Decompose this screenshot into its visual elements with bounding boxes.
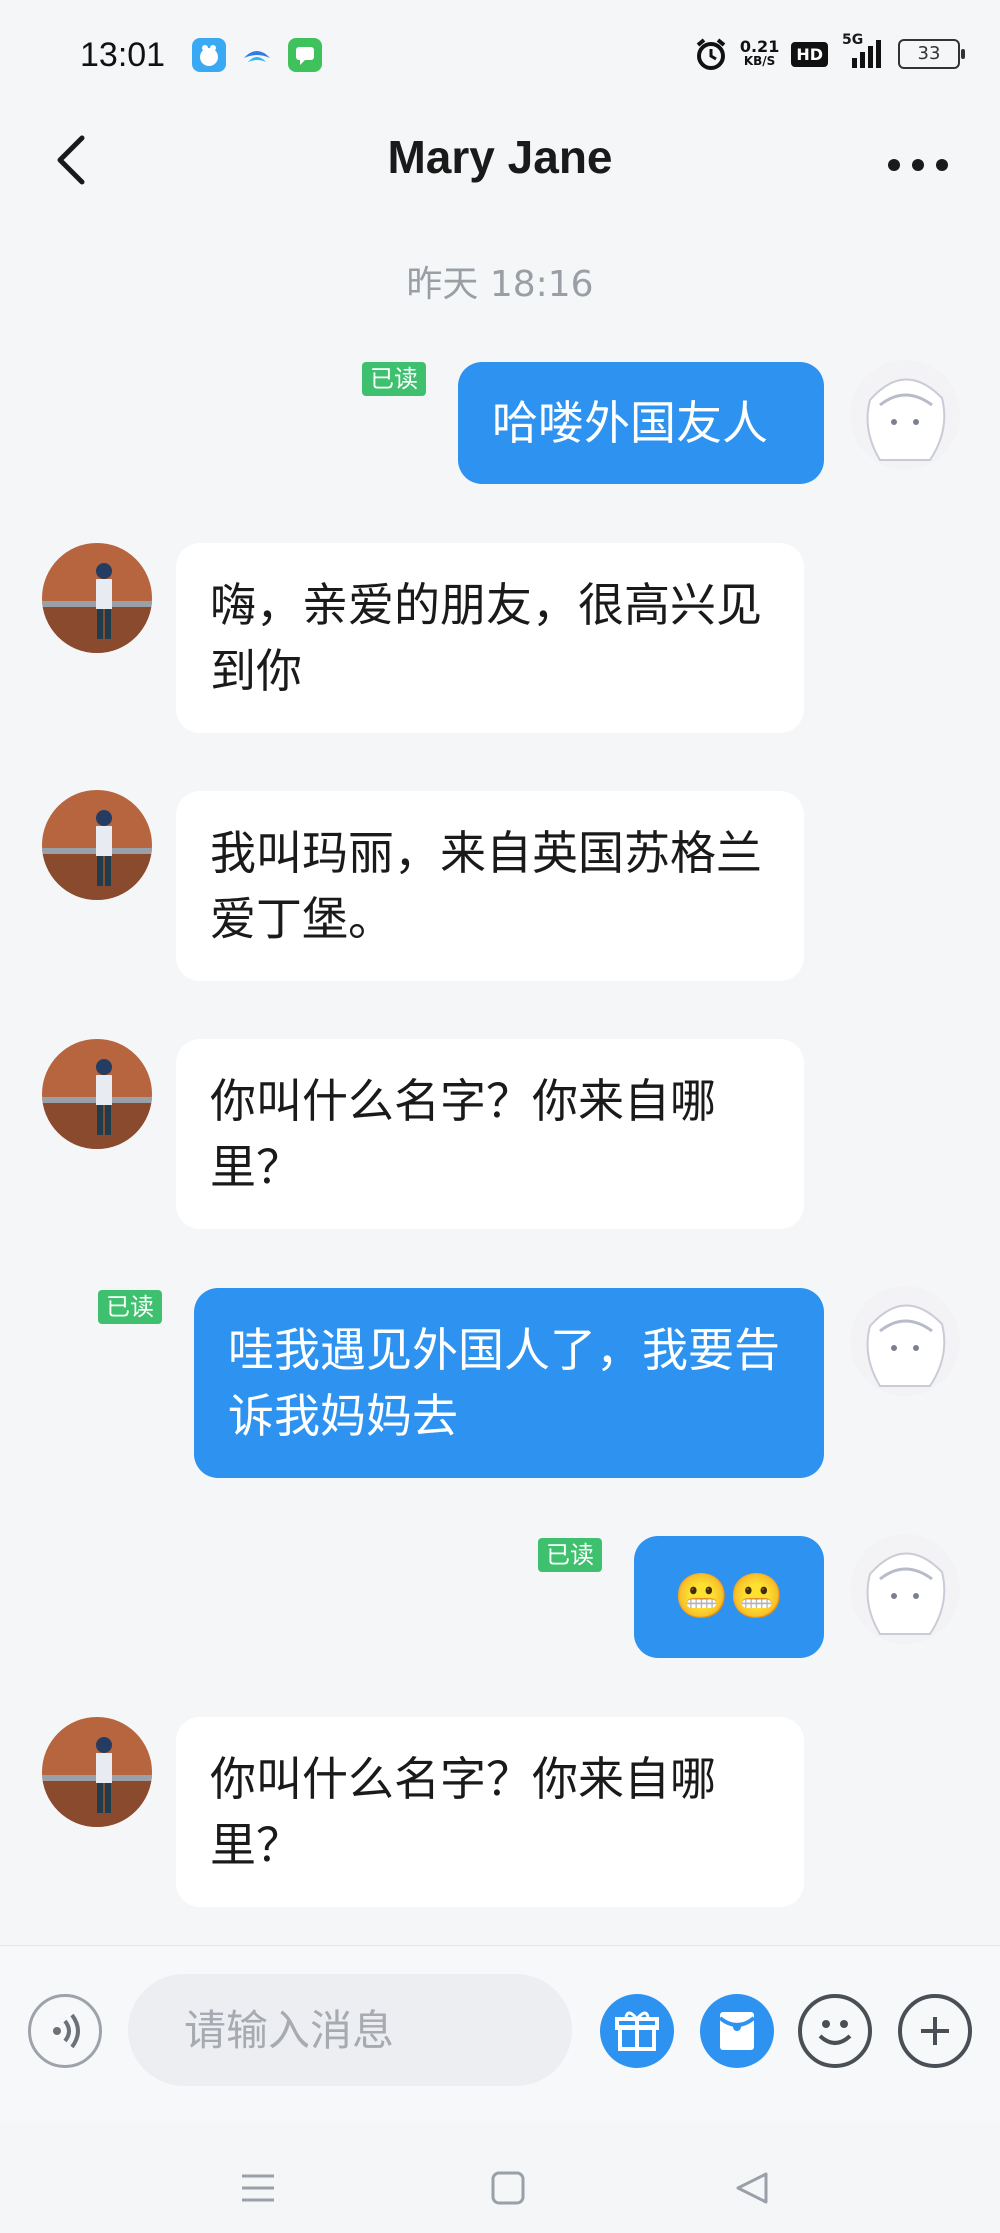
contact-avatar[interactable]: [42, 1717, 152, 1827]
system-navigation-bar: [0, 2120, 1000, 2233]
cloud-app-icon: [240, 38, 274, 72]
incoming-message[interactable]: 你叫什么名字？你来自哪里？: [176, 1717, 804, 1907]
battery-indicator: 33: [898, 39, 965, 69]
chat-header: Mary Jane: [0, 110, 1000, 260]
contact-avatar[interactable]: [42, 543, 152, 653]
my-avatar[interactable]: [850, 1534, 960, 1644]
back-triangle-icon: [736, 2172, 768, 2204]
emoji-button[interactable]: [798, 1994, 872, 2068]
status-bar: 13:01 0.21 KB/S HD 5G 33: [0, 0, 1000, 110]
network-speed-unit: KB/S: [743, 54, 776, 68]
gift-icon: [615, 2011, 659, 2051]
message-text: 我叫玛丽，来自英国苏格兰爱丁堡。: [210, 826, 762, 946]
message-timestamp: 昨天 18:16: [406, 264, 594, 305]
message-input[interactable]: [128, 1974, 572, 2086]
voice-button[interactable]: [28, 1994, 102, 2068]
message-app-icon: [288, 38, 322, 72]
more-actions-button[interactable]: [898, 1994, 972, 2068]
home-nav-button[interactable]: [490, 2170, 526, 2210]
emoji-icon: [818, 2020, 852, 2045]
network-speed-value: 0.21: [739, 37, 780, 56]
outgoing-message[interactable]: 哇我遇见外国人了，我要告诉我妈妈去: [194, 1288, 824, 1478]
plus-icon: [921, 2017, 949, 2045]
more-dots-icon: [888, 159, 948, 171]
read-badge: 已读: [362, 362, 426, 396]
message-text: 嗨，亲爱的朋友，很高兴见到你: [210, 578, 762, 698]
message-text: 你叫什么名字？你来自哪里？: [210, 1074, 716, 1194]
incoming-message[interactable]: 我叫玛丽，来自英国苏格兰爱丁堡。: [176, 791, 804, 981]
red-packet-icon: [718, 2012, 756, 2050]
voice-icon: [53, 2013, 80, 2049]
menu-nav-button[interactable]: [240, 2170, 276, 2210]
network-speed: 0.21 KB/S: [740, 39, 779, 69]
incoming-message[interactable]: 你叫什么名字？你来自哪里？: [176, 1039, 804, 1229]
contact-avatar[interactable]: [42, 1039, 152, 1149]
contact-avatar[interactable]: [42, 790, 152, 900]
my-avatar[interactable]: [850, 1286, 960, 1396]
menu-icon: [242, 2174, 274, 2202]
back-nav-button[interactable]: [734, 2170, 770, 2210]
red-packet-button[interactable]: [700, 1994, 774, 2068]
outgoing-message[interactable]: 哈喽外国友人: [458, 362, 824, 484]
home-square-icon: [491, 2171, 525, 2205]
hd-badge: HD: [791, 41, 828, 67]
my-avatar[interactable]: [850, 360, 960, 470]
app-notification-icon: [192, 38, 226, 72]
read-badge: 已读: [98, 1290, 162, 1324]
outgoing-message[interactable]: 😬😬: [634, 1536, 824, 1658]
status-time: 13:01: [80, 36, 166, 74]
incoming-message[interactable]: 嗨，亲爱的朋友，很高兴见到你: [176, 543, 804, 733]
message-text: 哈喽外国友人: [492, 396, 768, 450]
alarm-icon: [696, 38, 726, 70]
signal-icon: 5G: [840, 32, 886, 70]
message-text: 😬😬: [674, 1571, 784, 1622]
message-text: 哇我遇见外国人了，我要告诉我妈妈去: [228, 1323, 780, 1443]
gift-button[interactable]: [600, 1994, 674, 2068]
message-text: 你叫什么名字？你来自哪里？: [210, 1752, 716, 1872]
read-badge: 已读: [538, 1538, 602, 1572]
more-button[interactable]: [880, 125, 960, 205]
message-input-bar: [0, 1945, 1000, 2121]
chat-title: Mary Jane: [387, 131, 613, 183]
